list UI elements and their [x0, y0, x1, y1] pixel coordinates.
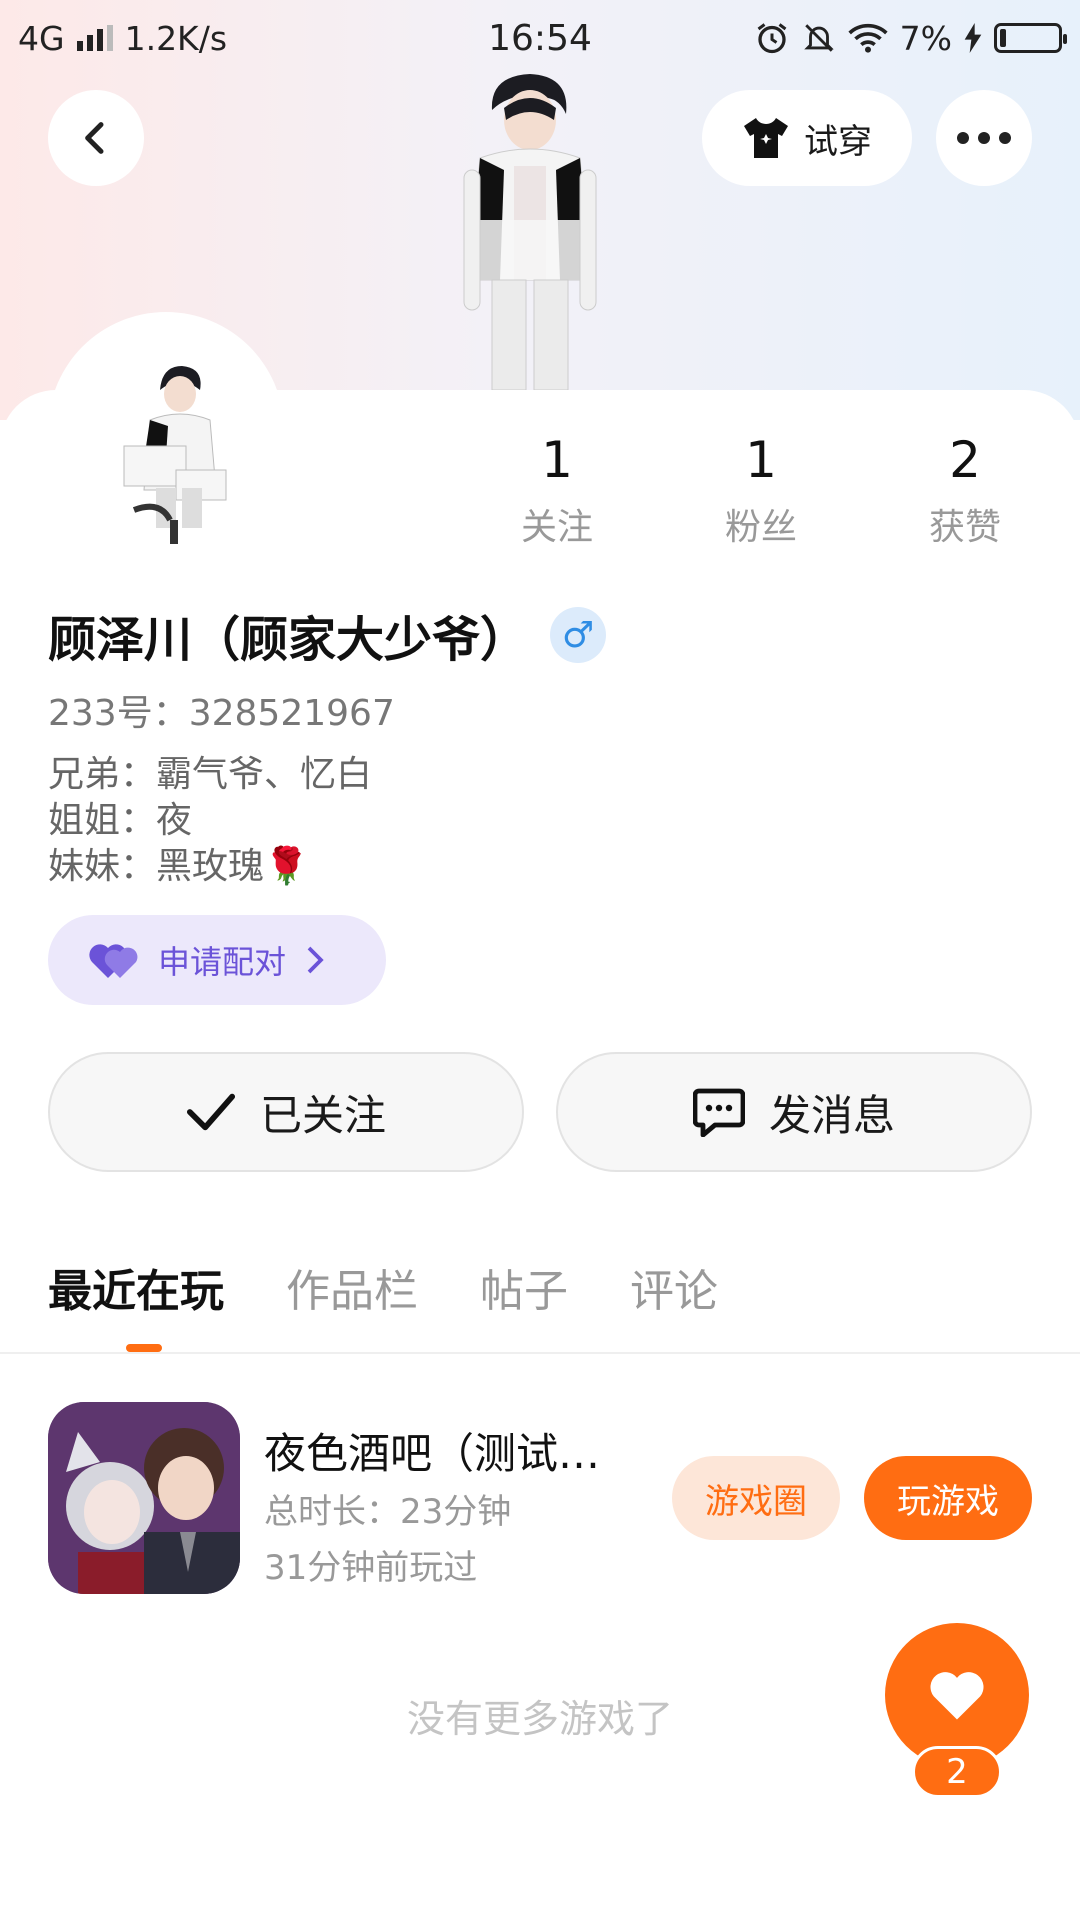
followers-label: 粉丝: [724, 507, 797, 548]
double-heart-icon: [89, 944, 138, 978]
avatar[interactable]: [120, 360, 240, 545]
heart-icon: [930, 1672, 984, 1720]
followed-button[interactable]: 已关注: [48, 1052, 524, 1172]
more-button[interactable]: [936, 90, 1032, 186]
network-type: 4G: [18, 18, 65, 58]
game-list-item[interactable]: 夜色酒吧（测试… 总时长：23分钟 31分钟前玩过 游戏圈 玩游戏: [48, 1402, 1032, 1594]
status-left: 4G 1.2K/s: [18, 19, 227, 58]
try-on-label: 试穿: [804, 121, 872, 162]
battery-icon: [994, 23, 1067, 53]
more-dots-icon: [957, 132, 1011, 144]
chevron-left-icon: [85, 122, 104, 154]
active-tab-indicator: [126, 1344, 162, 1352]
alarm-icon: [757, 23, 787, 54]
bio: 兄弟：霸气爷、忆白 姐姐：夜 妹妹：黑玫瑰🌹: [48, 752, 372, 890]
game-total-duration: 总时长：23分钟: [264, 1492, 512, 1532]
wifi-icon: [848, 23, 888, 53]
back-button[interactable]: [48, 90, 144, 186]
tab-posts[interactable]: 帖子: [480, 1255, 568, 1319]
game-last-played: 31分钟前玩过: [264, 1548, 478, 1588]
tab-comments[interactable]: 评论: [630, 1255, 718, 1319]
try-on-button[interactable]: 试穿: [702, 90, 912, 186]
following-count: 1: [541, 431, 573, 489]
game-title: 夜色酒吧（测试…: [264, 1429, 601, 1478]
check-icon: [186, 1093, 236, 1131]
likes-count: 2: [949, 431, 981, 489]
status-bar: 4G 1.2K/s 16:54 7%: [0, 0, 1080, 76]
avatar-3d-figure: [463, 74, 597, 390]
bio-line: 兄弟：霸气爷、忆白: [48, 754, 373, 795]
send-message-label: 发消息: [768, 1090, 895, 1140]
network-speed: 1.2K/s: [124, 18, 228, 58]
chevron-right-icon: [307, 946, 324, 974]
followers-count: 1: [745, 431, 777, 489]
game-icon[interactable]: [48, 1402, 240, 1594]
charging-icon: [964, 23, 982, 53]
chat-bubble-icon: [692, 1088, 745, 1137]
play-game-button[interactable]: 玩游戏: [864, 1456, 1032, 1540]
apply-pair-label: 申请配对: [158, 943, 287, 981]
bio-line: 妹妹：黑玫瑰🌹: [48, 846, 309, 887]
shirt-icon: [744, 118, 788, 158]
tab-works[interactable]: 作品栏: [286, 1255, 418, 1319]
mute-bell-icon: [803, 24, 834, 52]
send-message-button[interactable]: 发消息: [556, 1052, 1032, 1172]
followed-label: 已关注: [259, 1090, 386, 1140]
like-count-badge: 2: [912, 1746, 1002, 1798]
stat-likes[interactable]: 2 获赞: [885, 430, 1045, 550]
profile-tabs: 最近在玩 作品栏 帖子 评论: [48, 1255, 718, 1319]
male-gender-icon: ♂: [550, 607, 607, 663]
bio-line: 姐姐：夜: [48, 800, 193, 841]
apply-pair-button[interactable]: 申请配对: [48, 915, 386, 1005]
tabs-divider: [0, 1352, 1080, 1354]
user-name: 顾泽川（顾家大少爷）: [48, 612, 529, 668]
user-id: 233号：328521967: [48, 693, 395, 734]
tab-recently-played[interactable]: 最近在玩: [48, 1255, 224, 1319]
game-circle-button[interactable]: 游戏圈: [672, 1456, 840, 1540]
signal-icon: [76, 25, 113, 51]
following-label: 关注: [520, 507, 593, 548]
status-right: 7%: [754, 18, 1067, 58]
battery-percent: 7%: [899, 18, 952, 58]
likes-label: 获赞: [928, 507, 1001, 548]
stat-followers[interactable]: 1 粉丝: [681, 430, 841, 550]
name-row: 顾泽川（顾家大少爷） ♂: [48, 600, 607, 670]
stat-following[interactable]: 1 关注: [477, 430, 637, 550]
